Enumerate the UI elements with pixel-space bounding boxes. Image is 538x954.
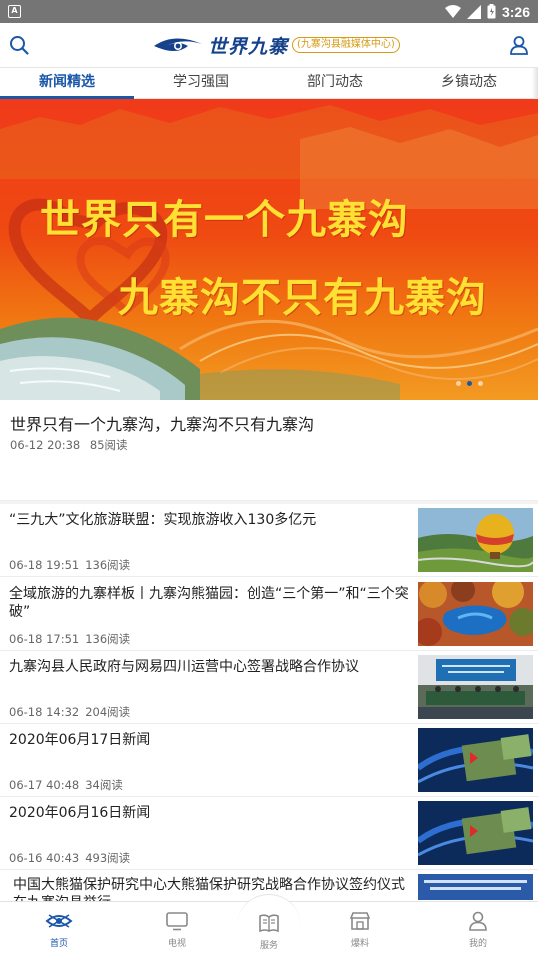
status-bar: A 3:26 [0, 0, 538, 23]
news-title: 2020年06月16日新闻 [9, 805, 151, 821]
nav-tips[interactable]: 爆料 [330, 908, 390, 949]
news-reads: 136阅读 [85, 558, 131, 572]
hero-banner[interactable]: 世界只有一个九寨沟 九寨沟不只有九寨沟 [0, 99, 538, 400]
notification-icon: A [8, 5, 21, 18]
app-header: 世界九寨 (九寨沟县融媒体中心) [0, 23, 538, 67]
news-meta: 06-18 14:32 204阅读 [9, 704, 130, 720]
carousel-dot [478, 381, 483, 386]
news-reads: 493阅读 [85, 851, 131, 865]
profile-icon [469, 911, 487, 931]
news-thumbnail-studio [418, 728, 533, 792]
news-list-item[interactable]: 九寨沟县人民政府与网易四川运营中心签署战略合作协议 06-18 14:32 204… [0, 651, 538, 724]
clock: 3:26 [501, 3, 530, 20]
search-button[interactable] [7, 33, 31, 57]
battery-icon [487, 4, 496, 19]
news-thumbnail-partial [418, 874, 533, 900]
tab-news-selection[interactable]: 新闻精选 [0, 68, 134, 99]
nav-tv-label: 电视 [167, 939, 186, 949]
news-list-item[interactable]: 2020年06月17日新闻 06-17 40:48 34阅读 [0, 724, 538, 797]
logo-subtitle: (九寨沟县融媒体中心) [292, 37, 400, 53]
news-time: 06-18 14:32 [9, 705, 80, 719]
nav-home-label: 首页 [49, 939, 68, 949]
news-meta: 06-18 17:51 136阅读 [9, 631, 130, 647]
news-title: “三九大”文化旅游联盟：实现旅游收入130多亿元 [9, 512, 317, 528]
news-list-item[interactable]: 全域旅游的九寨样板丨九寨沟熊猫园：创造“三个第一”和“三个突破” 06-18 1… [0, 578, 538, 651]
news-thumbnail-meeting [418, 655, 533, 719]
logo-title: 世界九寨 [208, 35, 289, 58]
news-time: 06-18 17:51 [9, 632, 80, 646]
tab-xuexi-qiangguo[interactable]: 学习强国 [134, 68, 268, 99]
app-logo: 世界九寨 (九寨沟县融媒体中心) [152, 31, 400, 59]
news-reads: 204阅读 [85, 705, 131, 719]
carousel-indicator [456, 381, 483, 386]
featured-title: 世界只有一个九寨沟，九寨沟不只有九寨沟 [10, 415, 315, 434]
wifi-icon [444, 4, 461, 18]
news-time: 06-16 40:43 [9, 851, 80, 865]
nav-tv[interactable]: 电视 [147, 908, 207, 949]
home-icon [45, 914, 73, 928]
news-thumbnail-studio [418, 801, 533, 865]
featured-time: 06-12 20:38 [10, 438, 81, 452]
news-list-item[interactable]: 2020年06月16日新闻 06-16 40:43 493阅读 [0, 797, 538, 870]
news-reads: 136阅读 [85, 632, 131, 646]
featured-article[interactable]: 世界只有一个九寨沟，九寨沟不只有九寨沟 06-12 20:38 85阅读 [0, 400, 538, 501]
user-icon [510, 36, 528, 55]
user-button[interactable] [507, 33, 531, 57]
carousel-dot [456, 381, 461, 386]
signal-icon [466, 4, 481, 19]
featured-reads: 85阅读 [89, 438, 128, 452]
banner-background-art [0, 105, 538, 400]
nav-tips-label: 爆料 [350, 939, 369, 949]
banner-headline-2: 九寨沟不只有九寨沟 [118, 275, 487, 321]
nav-services[interactable]: 服务 [239, 910, 299, 951]
tv-icon [166, 912, 188, 931]
news-time: 06-17 40:48 [9, 778, 80, 792]
store-icon [349, 912, 371, 930]
news-thumbnail-balloon [418, 508, 533, 572]
news-time: 06-18 19:51 [9, 558, 80, 572]
news-meta: 06-16 40:43 493阅读 [9, 850, 130, 866]
book-icon [259, 914, 279, 933]
tab-department-news[interactable]: 部门动态 [268, 68, 402, 99]
news-list-item[interactable]: “三九大”文化旅游联盟：实现旅游收入130多亿元 06-18 19:51 136阅… [0, 504, 538, 577]
banner-headline-1: 世界只有一个九寨沟 [40, 197, 409, 243]
category-tabs: 新闻精选 学习强国 部门动态 乡镇动态 [0, 67, 538, 99]
featured-meta: 06-12 20:38 85阅读 [10, 437, 128, 453]
nav-services-label: 服务 [259, 941, 278, 951]
search-icon [10, 36, 29, 55]
news-title: 2020年06月17日新闻 [9, 732, 151, 748]
nav-home[interactable]: 首页 [29, 908, 89, 949]
nav-profile[interactable]: 我的 [448, 908, 508, 949]
logo-eye-icon [154, 38, 202, 51]
news-title: 九寨沟县人民政府与网易四川运营中心签署战略合作协议 [9, 659, 359, 675]
tab-township-news[interactable]: 乡镇动态 [402, 68, 536, 99]
nav-profile-label: 我的 [468, 939, 487, 949]
status-icons: 3:26 [444, 3, 530, 20]
carousel-dot-active [467, 381, 472, 386]
news-reads: 34阅读 [85, 778, 123, 792]
bottom-navigation: 首页 电视 服务 爆料 我的 [0, 894, 538, 954]
news-thumbnail-lake [418, 582, 533, 646]
news-meta: 06-17 40:48 34阅读 [9, 777, 123, 793]
news-meta: 06-18 19:51 136阅读 [9, 557, 130, 573]
news-title: 全域旅游的九寨样板丨九寨沟熊猫园：创造“三个第一”和“三个突破” [9, 586, 409, 620]
tabs-scroll-fade [532, 68, 538, 99]
